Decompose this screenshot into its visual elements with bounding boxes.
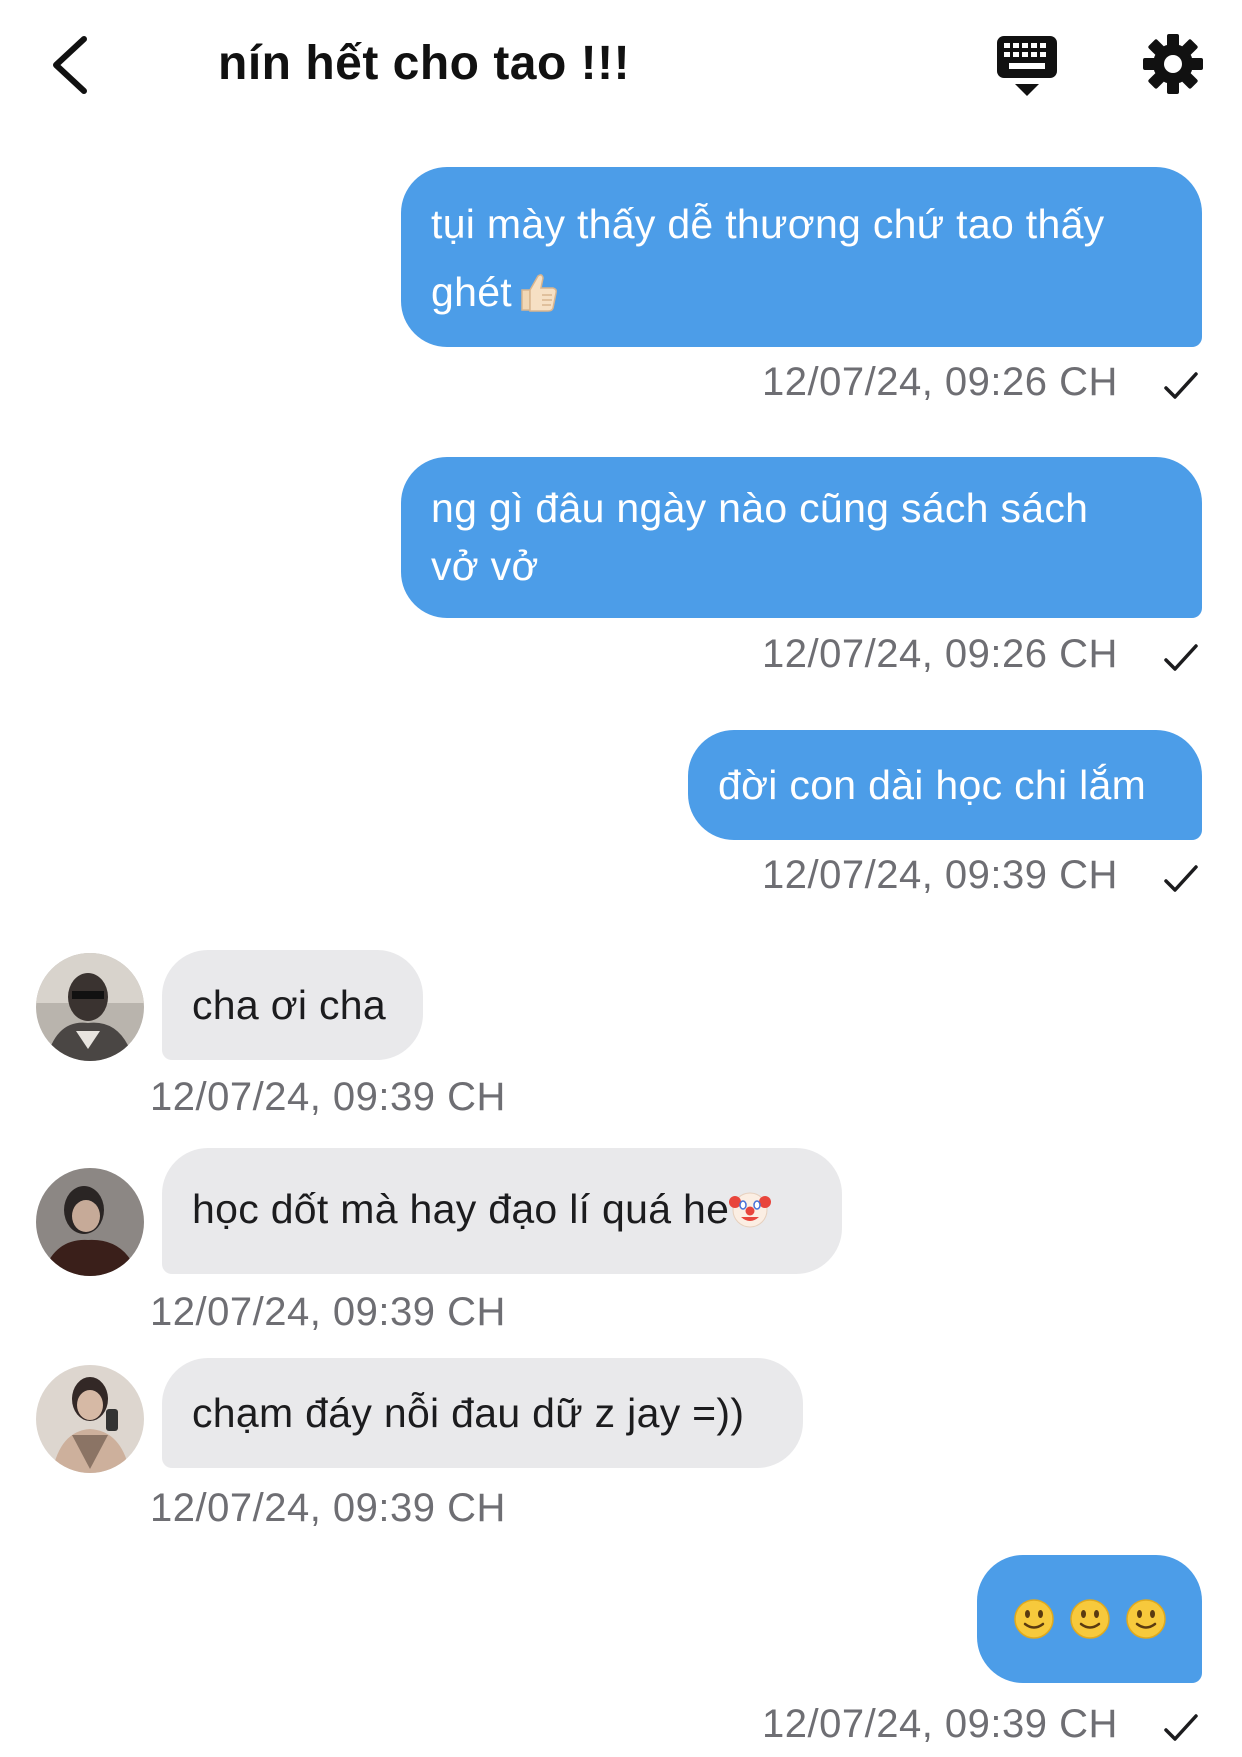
chat-title: nín hết cho tao !!! <box>218 37 631 90</box>
chat-header: nín hết cho tao !!! <box>0 0 1242 130</box>
avatar[interactable] <box>36 953 144 1061</box>
chevron-left-icon <box>53 36 87 94</box>
avatar-photo-icon <box>36 1365 144 1473</box>
settings-button[interactable] <box>1142 33 1204 95</box>
message-timestamp: 12/07/24, 09:39 CH <box>762 853 1118 897</box>
message-bubble-incoming[interactable]: cha ơi cha <box>162 950 423 1060</box>
read-check-icon <box>1164 865 1198 892</box>
message-bubble-outgoing[interactable]: đời con dài học chi lắm <box>688 730 1202 840</box>
message-bubble-incoming[interactable]: học dốt mà hay đạo lí quá he <box>162 1148 842 1274</box>
message-bubble-outgoing[interactable] <box>977 1555 1202 1683</box>
message-line: học dốt mà hay đạo lí quá he <box>192 1178 812 1240</box>
keyboard-button[interactable] <box>995 34 1059 100</box>
message-line: chạm đáy nỗi đau dữ z jay =)) <box>192 1390 745 1436</box>
gear-icon <box>1143 34 1203 94</box>
message-timestamp: 12/07/24, 09:26 CH <box>762 360 1118 404</box>
avatar[interactable] <box>36 1365 144 1473</box>
read-check-icon <box>1164 644 1198 671</box>
message-timestamp: 12/07/24, 09:39 CH <box>150 1290 506 1334</box>
keyboard-icon <box>997 36 1057 96</box>
message-line: ng gì đâu ngày nào cũng sách sách <box>431 485 1089 531</box>
message-line: tụi mày thấy dễ thương chứ tao thấy <box>431 201 1105 247</box>
message-bubble-outgoing[interactable]: ng gì đâu ngày nào cũng sách sách vở vở <box>401 457 1202 618</box>
message-bubble-outgoing[interactable]: tụi mày thấy dễ thương chứ tao thấy ghét <box>401 167 1202 347</box>
message-timestamp: 12/07/24, 09:39 CH <box>150 1075 506 1119</box>
avatar[interactable] <box>36 1168 144 1276</box>
message-line: đời con dài học chi lắm <box>718 762 1147 808</box>
message-timestamp: 12/07/24, 09:26 CH <box>762 632 1118 676</box>
slightly-smiling-face-emoji-icon <box>1125 1599 1166 1639</box>
message-bubble-incoming[interactable]: chạm đáy nỗi đau dữ z jay =)) <box>162 1358 803 1468</box>
avatar-photo-icon <box>36 1168 144 1276</box>
message-timestamp: 12/07/24, 09:39 CH <box>762 1702 1118 1746</box>
back-button[interactable] <box>40 30 100 100</box>
thumbs-up-emoji-icon <box>521 274 557 312</box>
clown-face-emoji-icon <box>729 1192 772 1228</box>
message-timestamp: 12/07/24, 09:39 CH <box>150 1486 506 1530</box>
message-line: ghét <box>431 259 1172 325</box>
message-line: vở vở <box>431 543 539 589</box>
read-check-icon <box>1164 1714 1198 1741</box>
avatar-photo-icon <box>36 953 144 1061</box>
slightly-smiling-face-emoji-icon <box>1069 1599 1110 1639</box>
read-check-icon <box>1164 372 1198 399</box>
chat-screen: nín hết cho tao !!! tụi mày thấy dễ thươ… <box>0 0 1242 1757</box>
slightly-smiling-face-emoji-icon <box>1013 1599 1054 1639</box>
message-line: cha ơi cha <box>192 982 386 1028</box>
